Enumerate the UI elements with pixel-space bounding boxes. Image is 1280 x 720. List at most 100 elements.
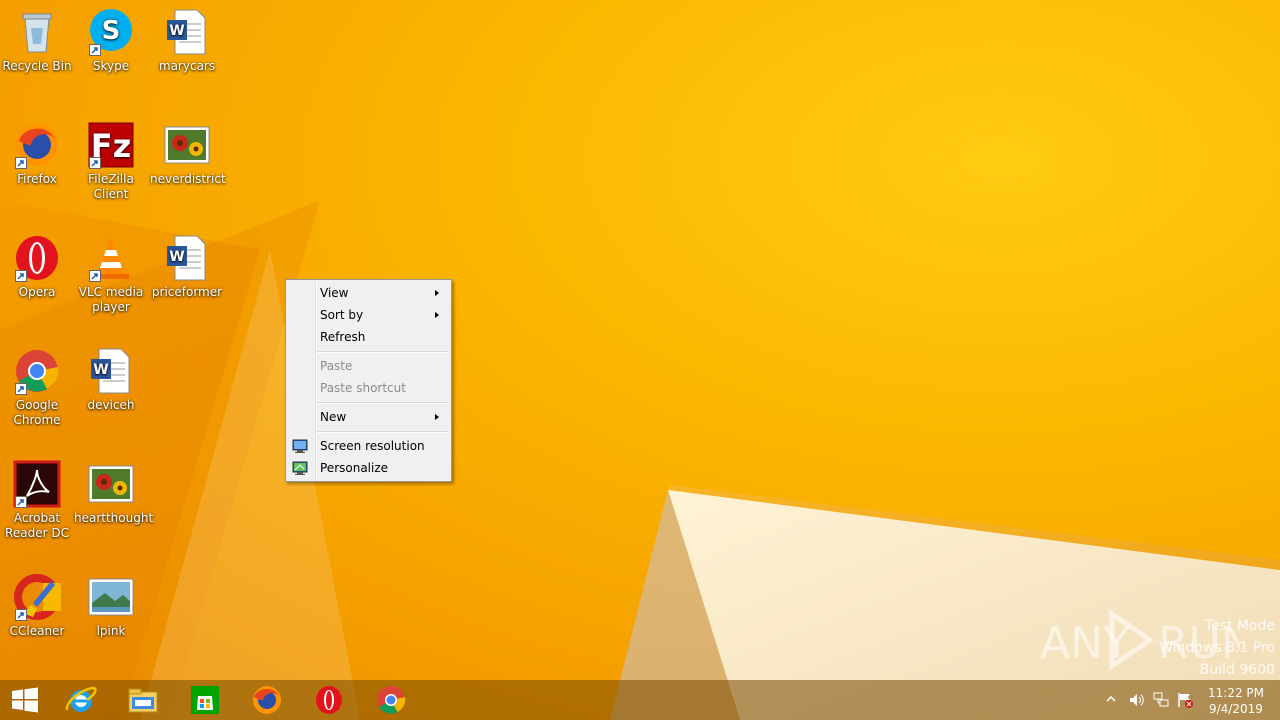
menu-item-personalize[interactable]: Personalize [288, 457, 449, 479]
icon-label: Opera [18, 285, 56, 299]
action-center-flag-icon[interactable] [1176, 691, 1194, 709]
icon-label: lpink [96, 624, 126, 638]
menu-item-label: Paste [320, 359, 353, 373]
menu-item-refresh[interactable]: Refresh [288, 326, 449, 348]
start-button[interactable] [0, 680, 50, 720]
firefox-icon [13, 121, 61, 169]
desktop-icon-deviceh[interactable]: W deviceh [74, 347, 148, 413]
taskbar-chrome[interactable] [366, 680, 416, 720]
firefox-icon [253, 686, 281, 714]
network-icon[interactable] [1152, 691, 1170, 709]
taskbar-opera[interactable] [304, 680, 354, 720]
desktop-icon-opera[interactable]: Opera [0, 234, 74, 300]
icon-label: neverdistrict [150, 172, 226, 186]
icon-label: Google Chrome [13, 398, 61, 427]
acrobat-icon [13, 460, 61, 508]
desktop-icon-vlc[interactable]: VLC media player [74, 234, 148, 315]
ccleaner-icon [13, 573, 61, 621]
chrome-icon [377, 686, 406, 714]
shortcut-arrow-icon [15, 383, 27, 395]
icon-label: VLC media player [78, 285, 144, 314]
desktop-icon-neverdistrict[interactable]: neverdistrict [150, 121, 226, 187]
svg-text:W: W [169, 249, 184, 265]
vlc-icon [87, 234, 135, 282]
menu-item-label: Paste shortcut [320, 381, 406, 395]
internet-explorer-icon [65, 686, 97, 712]
display-icon [292, 438, 308, 454]
desktop-icon-ccleaner[interactable]: CCleaner [0, 573, 74, 639]
icon-label: Acrobat Reader DC [5, 511, 69, 540]
svg-text:W: W [93, 362, 108, 378]
menu-item-view[interactable]: View [288, 282, 449, 304]
file-explorer-icon [128, 688, 158, 713]
menu-item-label: View [320, 286, 349, 300]
clock-time: 11:22 PM [1208, 686, 1264, 700]
taskbar-firefox[interactable] [242, 680, 292, 720]
word-document-icon: W [87, 347, 135, 395]
menu-item-label: Sort by [320, 308, 364, 322]
recycle-bin-icon [13, 8, 61, 56]
desktop-context-menu: View Sort by Refresh Paste Paste shortcu… [285, 279, 452, 482]
menu-item-sort-by[interactable]: Sort by [288, 304, 449, 326]
desktop-icon-heartthought[interactable]: heartthought [74, 460, 154, 526]
submenu-arrow-icon [435, 312, 439, 318]
image-file-icon [163, 121, 211, 169]
submenu-arrow-icon [435, 414, 439, 420]
desktop-icon-lpink[interactable]: lpink [74, 573, 148, 639]
taskbar-file-explorer[interactable] [118, 680, 168, 720]
taskbar-internet-explorer[interactable] [56, 680, 106, 720]
shortcut-arrow-icon [15, 157, 27, 169]
menu-item-label: Screen resolution [320, 439, 425, 453]
desktop-icon-firefox[interactable]: Firefox [0, 121, 74, 187]
image-file-icon [87, 573, 135, 621]
menu-separator [317, 402, 448, 404]
desktop-icon-marycars[interactable]: W marycars [150, 8, 224, 74]
skype-icon: S [87, 8, 135, 56]
test-mode-watermark: Test Mode Windows 8.1 Pro Build 9600 [1159, 615, 1275, 681]
menu-item-label: Refresh [320, 330, 366, 344]
menu-item-paste-shortcut[interactable]: Paste shortcut [288, 377, 449, 399]
word-document-icon: W [163, 234, 211, 282]
menu-item-label: New [320, 410, 347, 424]
watermark-line: Windows 8.1 Pro [1159, 640, 1275, 656]
taskbar-clock[interactable]: 11:22 PM 9/4/2019 [1208, 685, 1264, 717]
menu-separator [317, 431, 448, 433]
show-hidden-icons-icon[interactable] [1106, 694, 1116, 704]
store-icon [191, 686, 219, 714]
submenu-arrow-icon [435, 290, 439, 296]
taskbar: 11:22 PM 9/4/2019 [0, 680, 1280, 720]
shortcut-arrow-icon [89, 157, 101, 169]
icon-label: Skype [92, 59, 130, 73]
opera-icon [13, 234, 61, 282]
menu-item-paste[interactable]: Paste [288, 355, 449, 377]
shortcut-arrow-icon [15, 270, 27, 282]
desktop-icon-skype[interactable]: S Skype [74, 8, 148, 74]
word-document-icon: W [163, 8, 211, 56]
start-icon [12, 687, 38, 713]
svg-text:W: W [169, 23, 184, 39]
icon-label: heartthought [74, 511, 154, 525]
icon-label: FileZilla Client [88, 172, 134, 201]
opera-icon [316, 686, 342, 714]
chrome-icon [13, 347, 61, 395]
icon-label: deviceh [87, 398, 135, 412]
shortcut-arrow-icon [89, 44, 101, 56]
taskbar-store[interactable] [180, 680, 230, 720]
menu-item-screen-resolution[interactable]: Screen resolution [288, 435, 449, 457]
desktop-icon-google-chrome[interactable]: Google Chrome [0, 347, 74, 428]
svg-text:S: S [102, 16, 121, 46]
desktop-icon-recycle-bin[interactable]: Recycle Bin [0, 8, 74, 74]
desktop[interactable]: Recycle Bin S Skype W marycars Firefox F… [0, 0, 1280, 720]
shortcut-arrow-icon [15, 496, 27, 508]
system-tray: 11:22 PM 9/4/2019 [1100, 680, 1280, 720]
volume-icon[interactable] [1128, 691, 1146, 709]
icon-label: CCleaner [9, 624, 65, 638]
desktop-icon-filezilla[interactable]: Fz FileZilla Client [74, 121, 148, 202]
icon-label: Recycle Bin [2, 59, 72, 73]
desktop-icon-acrobat-reader[interactable]: Acrobat Reader DC [0, 460, 74, 541]
desktop-icon-priceformer[interactable]: W priceformer [150, 234, 224, 300]
icon-label: priceformer [151, 285, 223, 299]
personalize-icon [292, 460, 308, 476]
image-file-icon [87, 460, 135, 508]
menu-item-new[interactable]: New [288, 406, 449, 428]
